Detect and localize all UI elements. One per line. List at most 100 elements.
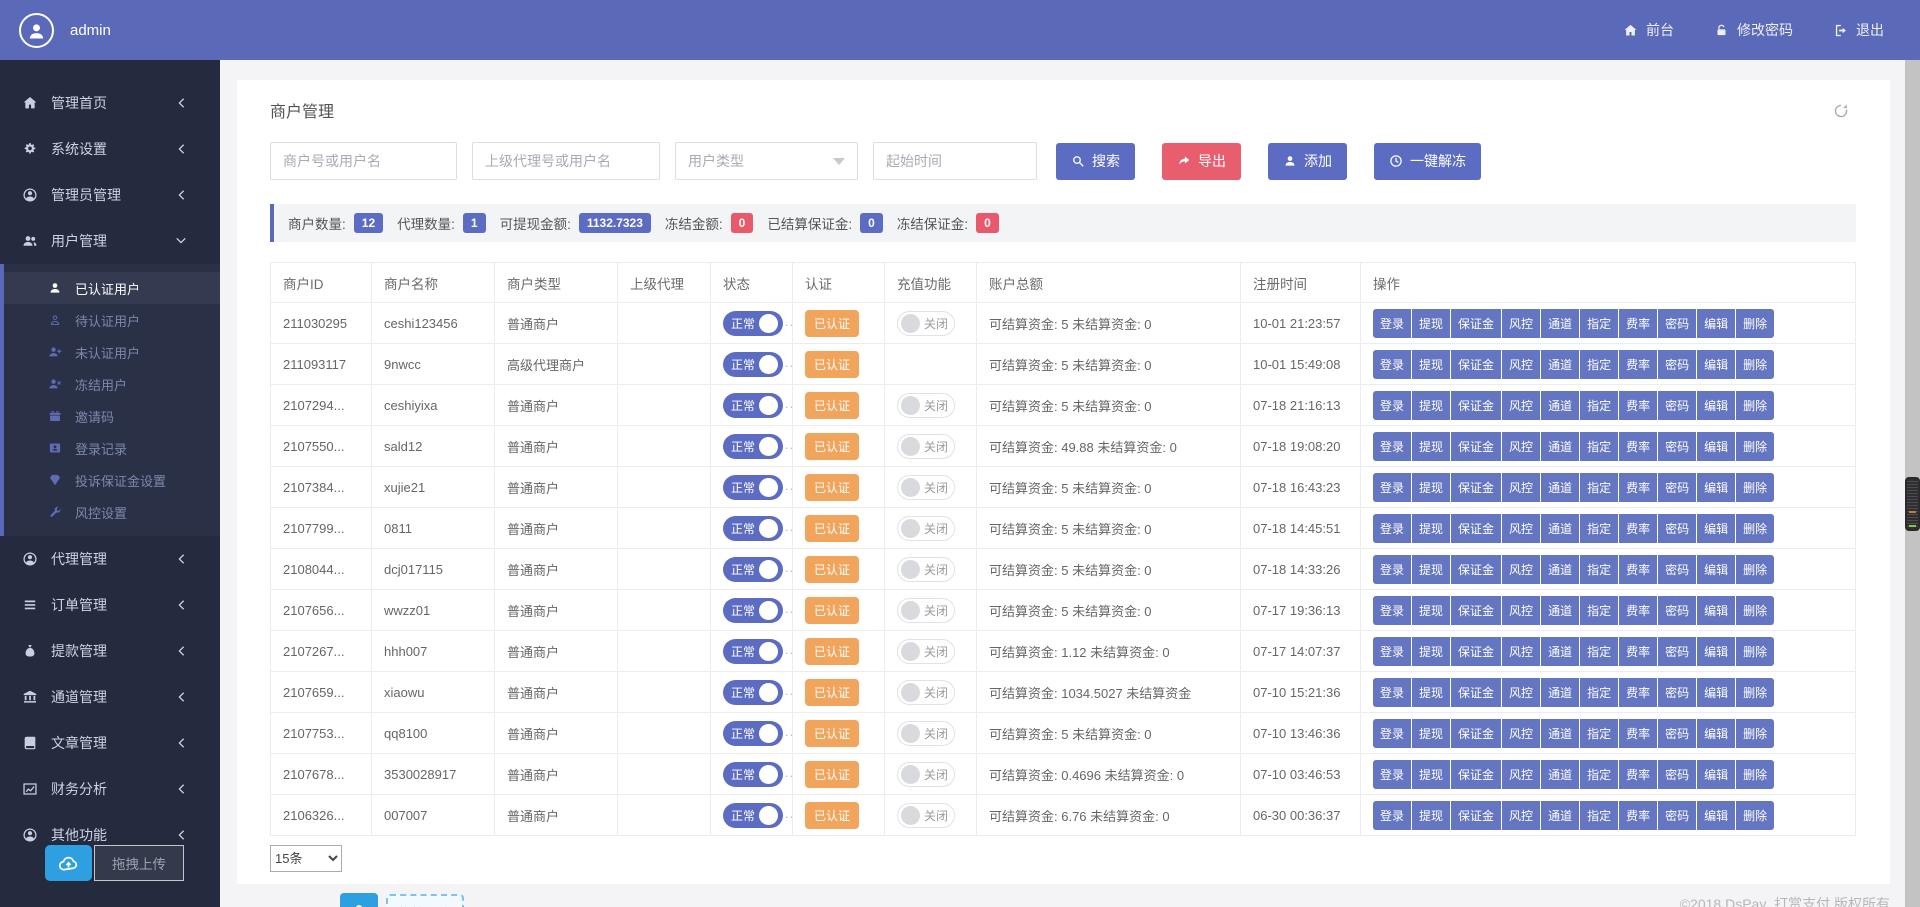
op-password-button[interactable]: 密码 xyxy=(1658,678,1696,707)
op-deposit-button[interactable]: 保证金 xyxy=(1451,309,1501,338)
agent-search-input[interactable] xyxy=(472,142,660,180)
op-edit-button[interactable]: 编辑 xyxy=(1697,473,1735,502)
op-deposit-button[interactable]: 保证金 xyxy=(1451,391,1501,420)
op-login-button[interactable]: 登录 xyxy=(1373,514,1411,543)
status-toggle[interactable]: 正常 xyxy=(723,311,783,336)
op-channel-button[interactable]: 通道 xyxy=(1541,760,1579,789)
op-login-button[interactable]: 登录 xyxy=(1373,678,1411,707)
scrollbar-track[interactable] xyxy=(1905,60,1920,907)
op-rate-button[interactable]: 费率 xyxy=(1619,514,1657,543)
add-button[interactable]: 添加 xyxy=(1268,143,1347,180)
op-password-button[interactable]: 密码 xyxy=(1658,514,1696,543)
sidebar-item-withdraw-manage[interactable]: 提款管理 xyxy=(0,628,220,674)
op-password-button[interactable]: 密码 xyxy=(1658,801,1696,830)
refresh-icon[interactable] xyxy=(1832,102,1850,120)
sidebar-item-channel-manage[interactable]: 通道管理 xyxy=(0,674,220,720)
sidebar-item-complaint-deposit-settings[interactable]: 投诉保证金设置 xyxy=(4,464,220,496)
sidebar-item-frozen-users[interactable]: 冻结用户 xyxy=(4,368,220,400)
op-login-button[interactable]: 登录 xyxy=(1373,596,1411,625)
drag-upload-label[interactable]: 拖拽上传 xyxy=(94,845,184,881)
op-password-button[interactable]: 密码 xyxy=(1658,760,1696,789)
drag-upload-label[interactable]: 拖拽上传 xyxy=(386,894,464,907)
op-assign-button[interactable]: 指定 xyxy=(1580,432,1618,461)
recharge-toggle[interactable]: 关闭 xyxy=(897,434,955,459)
scrollbar-thumb[interactable] xyxy=(1905,477,1920,531)
recharge-toggle[interactable]: 关闭 xyxy=(897,803,955,828)
auth-badge[interactable]: 已认证 xyxy=(805,433,859,460)
op-deposit-button[interactable]: 保证金 xyxy=(1451,637,1501,666)
op-deposit-button[interactable]: 保证金 xyxy=(1451,760,1501,789)
auth-badge[interactable]: 已认证 xyxy=(805,392,859,419)
recharge-toggle[interactable]: 关闭 xyxy=(897,393,955,418)
unfreeze-button[interactable]: 一键解冻 xyxy=(1374,143,1481,180)
op-password-button[interactable]: 密码 xyxy=(1658,309,1696,338)
op-withdraw-button[interactable]: 提现 xyxy=(1412,432,1450,461)
op-rate-button[interactable]: 费率 xyxy=(1619,350,1657,379)
recharge-toggle[interactable]: 关闭 xyxy=(897,475,955,500)
op-edit-button[interactable]: 编辑 xyxy=(1697,719,1735,748)
status-toggle[interactable]: 正常 xyxy=(723,434,783,459)
op-assign-button[interactable]: 指定 xyxy=(1580,596,1618,625)
op-risk-button[interactable]: 风控 xyxy=(1502,678,1540,707)
op-edit-button[interactable]: 编辑 xyxy=(1697,801,1735,830)
op-risk-button[interactable]: 风控 xyxy=(1502,432,1540,461)
op-channel-button[interactable]: 通道 xyxy=(1541,309,1579,338)
auth-badge[interactable]: 已认证 xyxy=(805,720,859,747)
status-toggle[interactable]: 正常 xyxy=(723,475,783,500)
status-toggle[interactable]: 正常 xyxy=(723,721,783,746)
op-withdraw-button[interactable]: 提现 xyxy=(1412,350,1450,379)
topnav-frontend[interactable]: 前台 xyxy=(1623,20,1674,40)
op-deposit-button[interactable]: 保证金 xyxy=(1451,678,1501,707)
op-channel-button[interactable]: 通道 xyxy=(1541,391,1579,420)
op-edit-button[interactable]: 编辑 xyxy=(1697,350,1735,379)
op-assign-button[interactable]: 指定 xyxy=(1580,473,1618,502)
auth-badge[interactable]: 已认证 xyxy=(805,351,859,378)
status-toggle[interactable]: 正常 xyxy=(723,598,783,623)
op-rate-button[interactable]: 费率 xyxy=(1619,678,1657,707)
op-channel-button[interactable]: 通道 xyxy=(1541,432,1579,461)
op-login-button[interactable]: 登录 xyxy=(1373,473,1411,502)
recharge-toggle[interactable]: 关闭 xyxy=(897,680,955,705)
auth-badge[interactable]: 已认证 xyxy=(805,556,859,583)
op-assign-button[interactable]: 指定 xyxy=(1580,309,1618,338)
auth-badge[interactable]: 已认证 xyxy=(805,679,859,706)
op-withdraw-button[interactable]: 提现 xyxy=(1412,637,1450,666)
op-deposit-button[interactable]: 保证金 xyxy=(1451,473,1501,502)
op-withdraw-button[interactable]: 提现 xyxy=(1412,473,1450,502)
op-assign-button[interactable]: 指定 xyxy=(1580,801,1618,830)
op-password-button[interactable]: 密码 xyxy=(1658,719,1696,748)
recharge-toggle[interactable]: 关闭 xyxy=(897,516,955,541)
op-rate-button[interactable]: 费率 xyxy=(1619,432,1657,461)
op-withdraw-button[interactable]: 提现 xyxy=(1412,678,1450,707)
op-delete-button[interactable]: 删除 xyxy=(1736,309,1774,338)
sidebar-item-login-records[interactable]: 登录记录 xyxy=(4,432,220,464)
status-toggle[interactable]: 正常 xyxy=(723,639,783,664)
user-type-select[interactable]: 用户类型 xyxy=(675,142,858,180)
op-rate-button[interactable]: 费率 xyxy=(1619,391,1657,420)
op-deposit-button[interactable]: 保证金 xyxy=(1451,801,1501,830)
sidebar-item-verified-users[interactable]: 已认证用户 xyxy=(4,272,220,304)
auth-badge[interactable]: 已认证 xyxy=(805,638,859,665)
op-deposit-button[interactable]: 保证金 xyxy=(1451,596,1501,625)
op-rate-button[interactable]: 费率 xyxy=(1619,555,1657,584)
sidebar-item-finance-analysis[interactable]: 财务分析 xyxy=(0,766,220,812)
op-channel-button[interactable]: 通道 xyxy=(1541,473,1579,502)
auth-badge[interactable]: 已认证 xyxy=(805,597,859,624)
avatar[interactable] xyxy=(19,13,54,48)
status-toggle[interactable]: 正常 xyxy=(723,393,783,418)
op-edit-button[interactable]: 编辑 xyxy=(1697,760,1735,789)
op-assign-button[interactable]: 指定 xyxy=(1580,514,1618,543)
op-edit-button[interactable]: 编辑 xyxy=(1697,678,1735,707)
recharge-toggle[interactable]: 关闭 xyxy=(897,639,955,664)
op-channel-button[interactable]: 通道 xyxy=(1541,637,1579,666)
op-risk-button[interactable]: 风控 xyxy=(1502,719,1540,748)
op-delete-button[interactable]: 删除 xyxy=(1736,596,1774,625)
op-delete-button[interactable]: 删除 xyxy=(1736,473,1774,502)
auth-badge[interactable]: 已认证 xyxy=(805,310,859,337)
op-edit-button[interactable]: 编辑 xyxy=(1697,637,1735,666)
op-assign-button[interactable]: 指定 xyxy=(1580,555,1618,584)
sidebar-item-dashboard[interactable]: 管理首页 xyxy=(0,80,220,126)
op-login-button[interactable]: 登录 xyxy=(1373,801,1411,830)
sidebar-item-invite-code[interactable]: 邀请码 xyxy=(4,400,220,432)
sidebar-item-admin-manage[interactable]: 管理员管理 xyxy=(0,172,220,218)
